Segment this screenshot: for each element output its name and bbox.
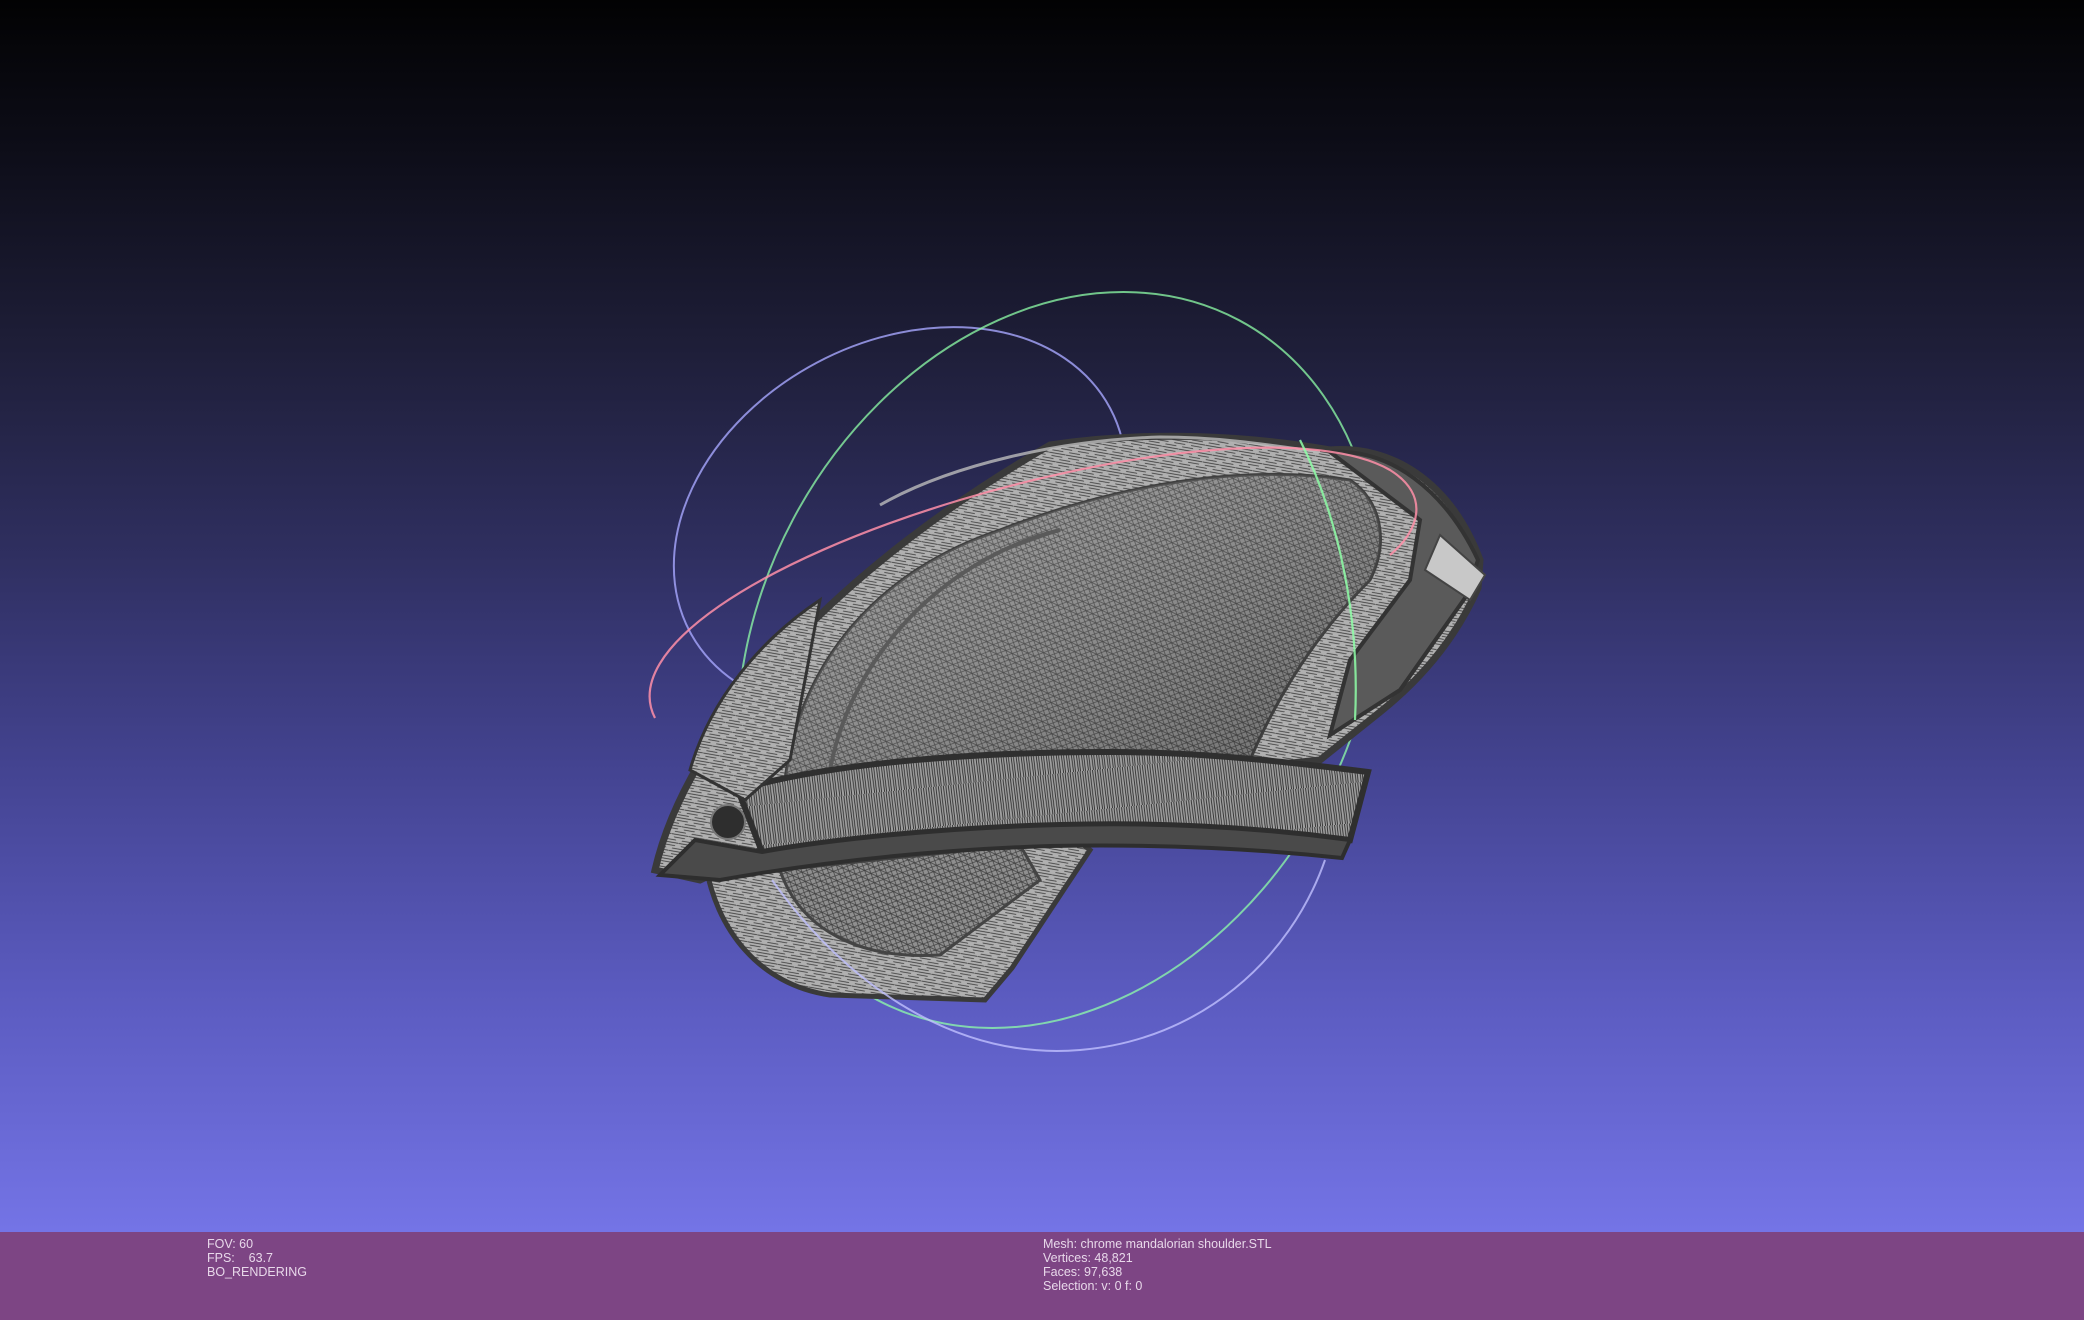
mesh-rivet bbox=[710, 804, 746, 840]
fps-readout: FPS: 63.7 bbox=[207, 1251, 274, 1265]
render-mode-readout: BO_RENDERING bbox=[207, 1265, 308, 1279]
vertices-readout: Vertices: 48,821 bbox=[1043, 1251, 1133, 1265]
status-bar: FOV: 60 FPS: 63.7 BO_RENDERING Mesh: chr… bbox=[0, 1232, 2084, 1320]
mesh-info: Mesh: chrome mandalorian shoulder.STL Ve… bbox=[1043, 1237, 1272, 1293]
shoulder-armor-mesh[interactable] bbox=[650, 432, 1487, 1003]
faces-readout: Faces: 97,638 bbox=[1043, 1265, 1123, 1279]
mesh-name-readout: Mesh: chrome mandalorian shoulder.STL bbox=[1043, 1237, 1272, 1251]
scene-canvas[interactable] bbox=[0, 0, 2084, 1232]
render-info: FOV: 60 FPS: 63.7 BO_RENDERING bbox=[207, 1237, 307, 1279]
fov-readout: FOV: 60 bbox=[207, 1237, 254, 1251]
3d-viewport[interactable] bbox=[0, 0, 2084, 1232]
selection-readout: Selection: v: 0 f: 0 bbox=[1043, 1279, 1143, 1293]
